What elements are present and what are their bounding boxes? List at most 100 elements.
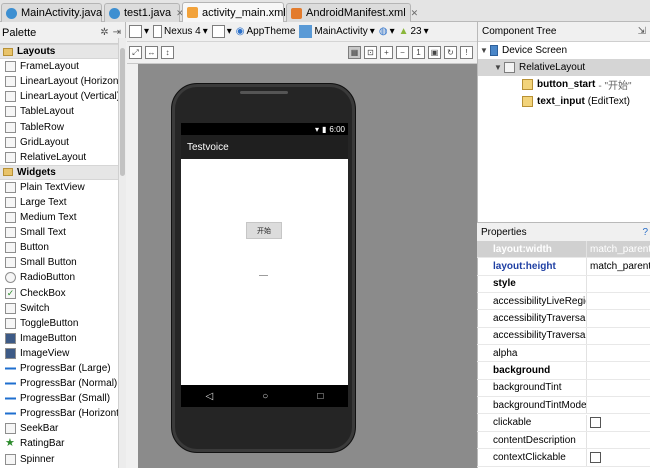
property-row[interactable]: clickable: [477, 414, 650, 432]
property-value[interactable]: [587, 449, 650, 465]
palette-scrollbar[interactable]: [118, 38, 126, 468]
tree-node-relativelayout[interactable]: ▼ RelativeLayout: [478, 59, 650, 76]
palette-item-linearlayout-horizontal[interactable]: LinearLayout (Horizonta: [0, 74, 125, 89]
palette-item-imageview[interactable]: ImageView: [0, 346, 125, 361]
scrollbar-thumb[interactable]: [120, 48, 125, 176]
palette-item-framelayout[interactable]: FrameLayout: [0, 59, 125, 74]
palette-item-medium-text[interactable]: Medium Text: [0, 210, 125, 225]
property-row[interactable]: accessibilityTraversalAfter: [477, 310, 650, 328]
api-level-dropdown[interactable]: ▲ 23 ▾: [399, 26, 429, 37]
zoom-out-icon[interactable]: −: [396, 46, 409, 59]
close-icon[interactable]: ✕: [411, 8, 419, 19]
tree-node-button-start[interactable]: button_start - "开始": [522, 76, 632, 93]
tree-node-label: RelativeLayout: [519, 62, 586, 73]
locale-dropdown[interactable]: ◍ ▾: [379, 26, 395, 37]
screenshot-icon[interactable]: ▣: [428, 46, 441, 59]
expand-arrow-icon[interactable]: ▼: [494, 63, 504, 72]
tab-androidmanifest-xml[interactable]: AndroidManifest.xml ✕: [286, 3, 418, 22]
tab-mainactivity-java[interactable]: MainActivity.java ✕: [1, 3, 115, 22]
button-start-label: 开始: [257, 227, 271, 235]
property-value[interactable]: [587, 345, 650, 361]
orientation-dropdown[interactable]: ▾: [211, 25, 232, 38]
property-row[interactable]: accessibilityTraversalBefore: [477, 327, 650, 346]
property-row[interactable]: layout:width match_parent: [477, 241, 650, 259]
property-row[interactable]: background: [477, 362, 650, 380]
layout-variant-dropdown[interactable]: ▾: [129, 25, 149, 38]
grid-toggle-icon[interactable]: ▦: [348, 46, 361, 59]
property-value[interactable]: [587, 380, 650, 396]
palette-item-checkbox[interactable]: ✓ CheckBox: [0, 286, 125, 301]
property-checkbox[interactable]: [590, 451, 601, 463]
recents-icon[interactable]: □: [317, 391, 323, 402]
text-input-preview[interactable]: [259, 275, 268, 276]
expand-arrow-icon[interactable]: ▼: [480, 46, 490, 55]
palette-item-progressbar-horizontal[interactable]: ProgressBar (Horizonta: [0, 406, 125, 421]
gear-icon[interactable]: ✲: [100, 27, 108, 38]
fit-screen-icon[interactable]: ⤢: [129, 46, 142, 59]
tree-node-device-screen[interactable]: ▼ Device Screen: [480, 42, 567, 59]
palette-item-small-text[interactable]: Small Text: [0, 225, 125, 240]
palette-item-gridlayout[interactable]: GridLayout: [0, 135, 125, 150]
palette-item-plain-textview[interactable]: Plain TextView: [0, 180, 125, 195]
palette-item-togglebutton[interactable]: ToggleButton: [0, 316, 125, 331]
property-value[interactable]: match_parent: [587, 258, 650, 274]
home-icon[interactable]: ○: [262, 391, 268, 402]
palette-category-widgets[interactable]: Widgets: [0, 164, 125, 180]
property-row[interactable]: contentDescription: [477, 431, 650, 450]
palette-item-button[interactable]: Button: [0, 240, 125, 255]
theme-button[interactable]: ◉ AppTheme: [236, 26, 296, 37]
palette-item-switch[interactable]: Switch: [0, 301, 125, 316]
palette-item-spinner[interactable]: Spinner: [0, 452, 125, 467]
zoom-actual-icon[interactable]: 1: [412, 46, 425, 59]
tab-test1-java[interactable]: test1.java ✕: [104, 3, 184, 22]
palette-item-tablerow[interactable]: TableRow: [0, 119, 125, 134]
palette-item-imagebutton[interactable]: ImageButton: [0, 331, 125, 346]
property-row[interactable]: accessibilityLiveRegion: [477, 293, 650, 311]
property-value[interactable]: [587, 415, 650, 431]
relativelayout-preview[interactable]: [181, 159, 348, 385]
palette-item-tablelayout[interactable]: TableLayout: [0, 104, 125, 119]
expand-horizontal-icon[interactable]: ↔: [145, 46, 158, 59]
back-icon[interactable]: ◁: [206, 391, 214, 402]
property-value[interactable]: [587, 362, 650, 378]
device-dropdown[interactable]: Nexus 4 ▾: [153, 25, 208, 38]
property-row[interactable]: style: [477, 275, 650, 294]
app-action-bar[interactable]: Testvoice: [181, 135, 348, 159]
palette-item-progressbar-small[interactable]: ProgressBar (Small): [0, 391, 125, 406]
palette-item-progressbar-large[interactable]: ProgressBar (Large): [0, 361, 125, 376]
property-value[interactable]: [587, 397, 650, 413]
palette-item-ratingbar[interactable]: ★ RatingBar: [0, 436, 125, 451]
property-row[interactable]: layout:height match_parent: [477, 258, 650, 276]
property-row[interactable]: contextClickable: [477, 449, 650, 467]
palette-item-radiobutton[interactable]: RadioButton: [0, 270, 125, 285]
property-row[interactable]: backgroundTintMode: [477, 397, 650, 415]
property-row[interactable]: alpha: [477, 345, 650, 363]
property-value[interactable]: [587, 328, 650, 344]
property-value[interactable]: [587, 310, 650, 326]
button-start-preview[interactable]: 开始: [246, 222, 282, 239]
property-checkbox[interactable]: [590, 417, 601, 429]
tab-activity-main-xml[interactable]: activity_main.xml ✕: [182, 2, 298, 22]
property-value[interactable]: match_parent: [587, 241, 650, 257]
hide-icon[interactable]: ⇥: [113, 27, 121, 38]
property-value[interactable]: [587, 293, 650, 309]
property-value[interactable]: [587, 432, 650, 448]
zoom-to-fit-icon[interactable]: ⊡: [364, 46, 377, 59]
warning-icon[interactable]: !: [460, 46, 473, 59]
collapse-icon[interactable]: ⇲: [638, 26, 646, 37]
property-value[interactable]: [587, 276, 650, 292]
palette-item-linearlayout-vertical[interactable]: LinearLayout (Vertical): [0, 89, 125, 104]
refresh-icon[interactable]: ↻: [444, 46, 457, 59]
palette-item-relativelayout[interactable]: RelativeLayout: [0, 150, 125, 165]
palette-category-layouts[interactable]: Layouts: [0, 44, 125, 60]
palette-item-small-button[interactable]: Small Button: [0, 255, 125, 270]
tree-node-text-input[interactable]: text_input (EditText): [522, 93, 630, 110]
palette-item-large-text[interactable]: Large Text: [0, 195, 125, 210]
help-icon[interactable]: ?: [642, 227, 648, 238]
property-row[interactable]: backgroundTint: [477, 379, 650, 398]
expand-vertical-icon[interactable]: ↕: [161, 46, 174, 59]
activity-dropdown[interactable]: MainActivity ▾: [299, 25, 375, 38]
palette-item-progressbar-normal[interactable]: ProgressBar (Normal): [0, 376, 125, 391]
zoom-in-icon[interactable]: +: [380, 46, 393, 59]
palette-item-seekbar[interactable]: SeekBar: [0, 421, 125, 436]
